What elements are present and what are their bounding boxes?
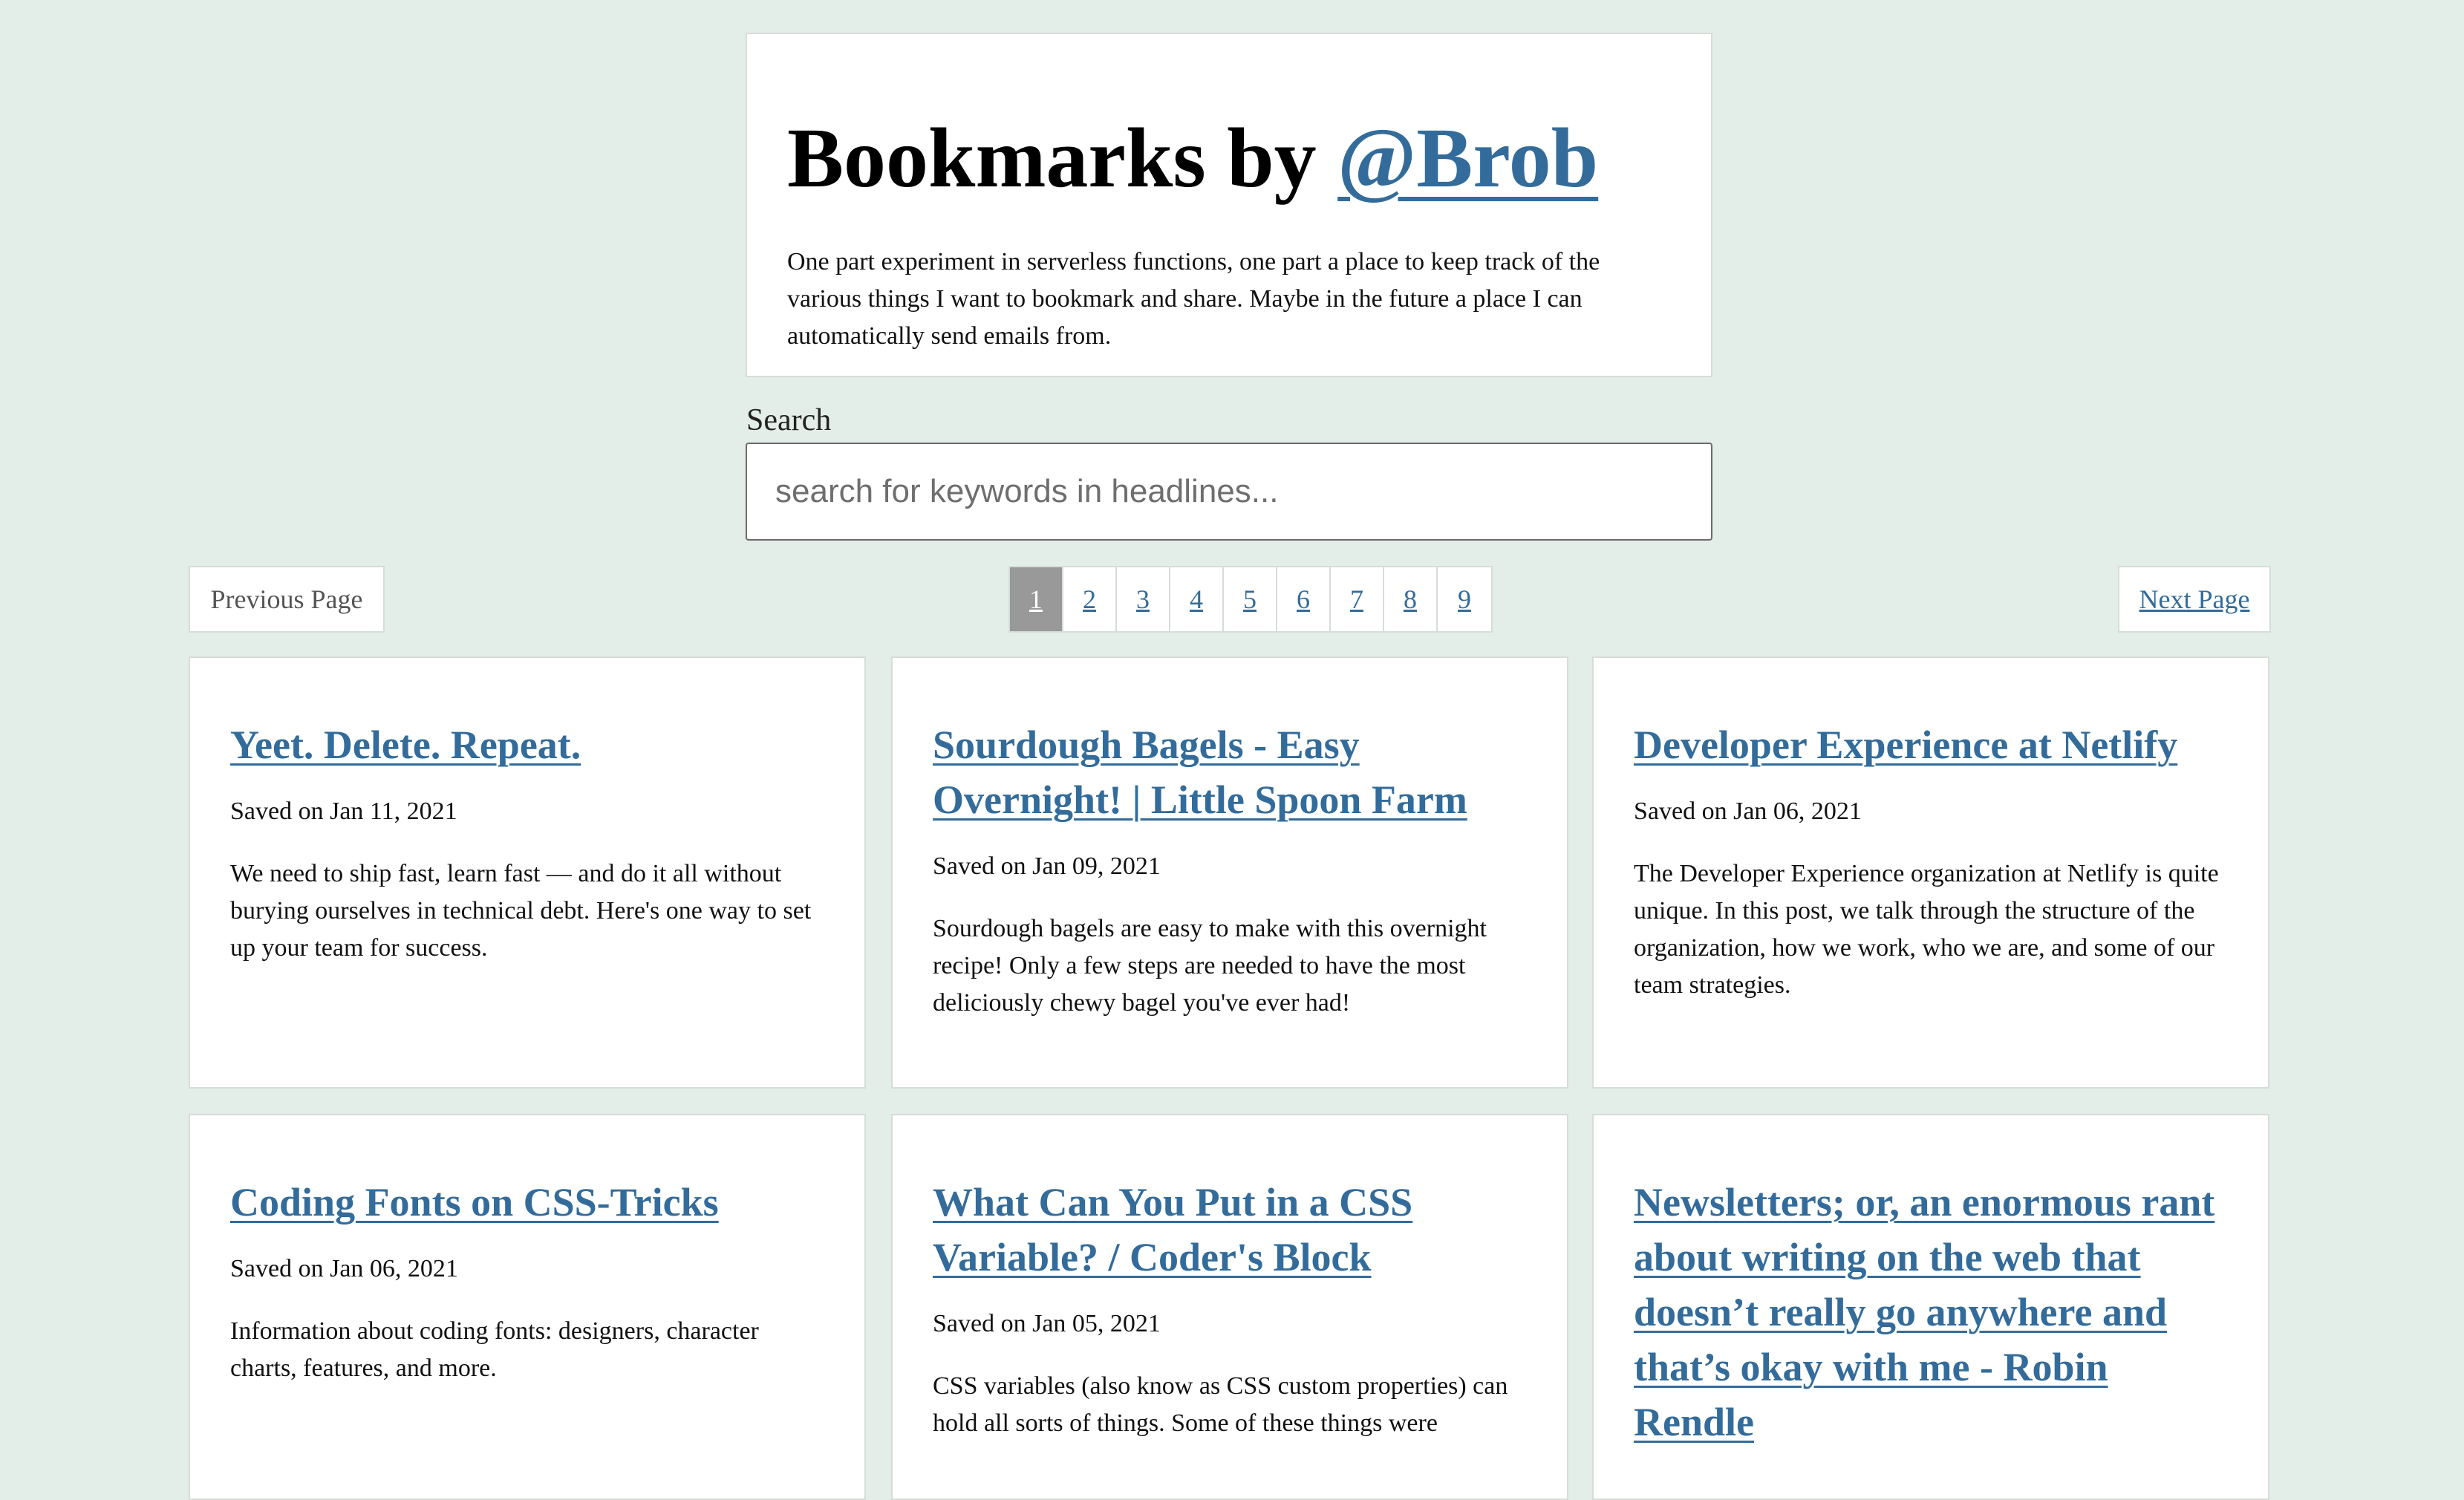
bookmark-link[interactable]: Newsletters; or, an enormous rant about … [1634, 1180, 2214, 1444]
bookmark-title: Coding Fonts on CSS-Tricks [230, 1115, 824, 1230]
search-input[interactable] [746, 443, 1712, 541]
page-number-list: 1 2 3 4 5 6 7 8 9 [1008, 566, 1493, 633]
bookmark-summary: The Developer Experience organization at… [1634, 860, 2219, 999]
search-label: Search [746, 403, 832, 437]
bookmark-card: What Can You Put in a CSS Variable? / Co… [891, 1114, 1568, 1500]
page-link-6[interactable]: 6 [1277, 567, 1331, 631]
bookmark-title: Developer Experience at Netlify [1634, 658, 2228, 772]
bookmark-link[interactable]: What Can You Put in a CSS Variable? / Co… [933, 1180, 1412, 1279]
bookmark-card: Coding Fonts on CSS-Tricks Saved on Jan … [189, 1114, 866, 1500]
bookmark-card: Developer Experience at Netlify Saved on… [1592, 656, 2269, 1089]
bookmark-saved-date: Saved on Jan 09, 2021 [933, 852, 1161, 880]
bookmark-card: Newsletters; or, an enormous rant about … [1592, 1114, 2269, 1500]
page-link-5[interactable]: 5 [1224, 567, 1277, 631]
bookmark-link[interactable]: Yeet. Delete. Repeat. [230, 723, 581, 767]
bookmark-card: Yeet. Delete. Repeat. Saved on Jan 11, 2… [189, 656, 866, 1089]
bookmark-title: Yeet. Delete. Repeat. [230, 658, 824, 772]
previous-page-button[interactable]: Previous Page [189, 566, 385, 633]
intro-card: Bookmarks by @Brob One part experiment i… [746, 33, 1712, 377]
bookmark-summary: Information about coding fonts: designer… [230, 1317, 759, 1382]
bookmark-summary: We need to ship fast, learn fast — and d… [230, 860, 812, 962]
bookmark-link[interactable]: Coding Fonts on CSS-Tricks [230, 1180, 719, 1225]
page-link-4[interactable]: 4 [1170, 567, 1224, 631]
bookmark-summary: CSS variables (also know as CSS custom p… [933, 1372, 1508, 1437]
page-link-3[interactable]: 3 [1117, 567, 1170, 631]
bookmark-title: Sourdough Bagels - Easy Overnight! | Lit… [933, 658, 1527, 827]
bookmark-title: Newsletters; or, an enormous rant about … [1634, 1115, 2228, 1450]
page-link-8[interactable]: 8 [1384, 567, 1438, 631]
bookmark-card: Sourdough Bagels - Easy Overnight! | Lit… [891, 656, 1568, 1089]
title-prefix: Bookmarks by [787, 111, 1338, 205]
bookmark-saved-date: Saved on Jan 11, 2021 [230, 798, 457, 825]
bookmark-link[interactable]: Developer Experience at Netlify [1634, 723, 2177, 767]
next-page-button[interactable]: Next Page [2118, 566, 2271, 633]
page-link-2[interactable]: 2 [1063, 567, 1117, 631]
page-link-9[interactable]: 9 [1438, 567, 1491, 631]
bookmark-link[interactable]: Sourdough Bagels - Easy Overnight! | Lit… [933, 723, 1467, 822]
site-description: One part experiment in serverless functi… [787, 248, 1600, 350]
bookmark-summary: Sourdough bagels are easy to make with t… [933, 915, 1487, 1017]
page-link-1[interactable]: 1 [1010, 567, 1063, 631]
bookmark-saved-date: Saved on Jan 05, 2021 [933, 1310, 1161, 1337]
bookmark-saved-date: Saved on Jan 06, 2021 [230, 1255, 458, 1282]
bookmark-saved-date: Saved on Jan 06, 2021 [1634, 798, 1862, 825]
author-link[interactable]: @Brob [1337, 111, 1598, 205]
page-title: Bookmarks by @Brob [787, 116, 1598, 200]
bookmark-title: What Can You Put in a CSS Variable? / Co… [933, 1115, 1527, 1285]
page-link-7[interactable]: 7 [1331, 567, 1384, 631]
